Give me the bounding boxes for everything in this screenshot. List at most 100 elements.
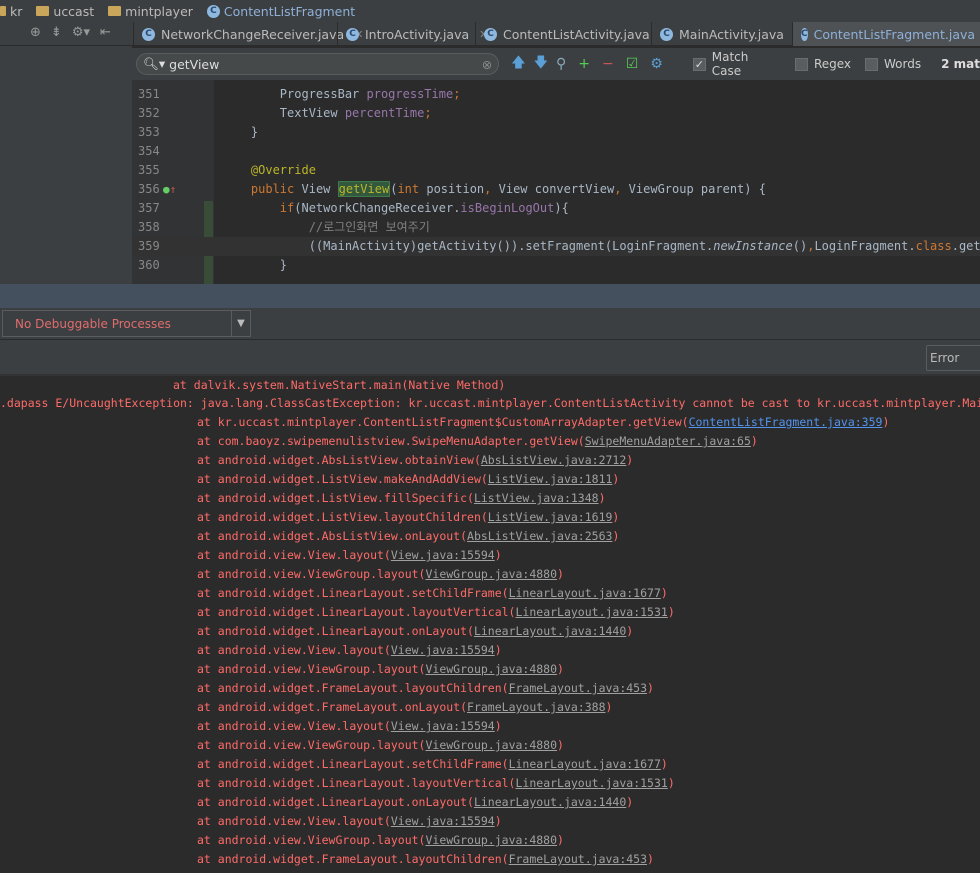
checkbox-label: Words (884, 57, 922, 71)
frame-close: ) (557, 833, 564, 847)
find-all-icon[interactable]: ⚲ (556, 56, 566, 72)
source-link[interactable]: FrameLayout.java:388 (467, 700, 605, 714)
code-line[interactable]: 354 (132, 142, 980, 161)
source-link[interactable]: ViewGroup.java:4880 (425, 662, 557, 676)
tab-contentlistactivity[interactable]: CContentListActivity.java✕ (475, 22, 677, 46)
source-link[interactable]: AbsListView.java:2712 (481, 453, 626, 467)
tab-networkchangereceiver[interactable]: CNetworkChangeReceiver.java✕ (133, 22, 371, 46)
code-line[interactable]: 353 } (132, 123, 980, 142)
source-link[interactable]: LinearLayout.java:1440 (474, 624, 626, 638)
process-select[interactable]: No Debuggable Processes ▼ (2, 310, 251, 337)
source-link[interactable]: FrameLayout.java:453 (509, 681, 647, 695)
next-occurrence-icon[interactable]: 🡇 (534, 52, 548, 76)
source-link[interactable]: ListView.java:1348 (474, 491, 599, 505)
checkbox-label: Regex (813, 57, 852, 71)
stack-frame: at android.view.ViewGroup.layout(ViewGro… (197, 831, 564, 850)
source-link[interactable]: ContentListFragment.java:359 (689, 415, 883, 429)
select-all-icon[interactable]: ☑ (626, 56, 639, 72)
words-checkbox[interactable]: Words (865, 57, 921, 71)
stack-frame: at android.widget.FrameLayout.onLayout(F… (197, 869, 612, 873)
source-link[interactable]: ViewGroup.java:4880 (425, 567, 557, 581)
code-text: public View getView(int position, View c… (250, 181, 766, 197)
frame-close: ) (557, 738, 564, 752)
source-link[interactable]: ViewGroup.java:4880 (425, 833, 557, 847)
source-link[interactable]: FrameLayout.java:453 (509, 852, 647, 866)
stack-frame: at android.widget.LinearLayout.setChildF… (197, 755, 668, 774)
source-link[interactable]: View.java:15594 (391, 814, 495, 828)
gear-icon[interactable]: ⚙▾ (72, 25, 90, 40)
breadcrumb-mintplayer[interactable]: mintplayer (108, 4, 203, 19)
source-link[interactable]: LinearLayout.java:1531 (516, 776, 668, 790)
source-link[interactable]: View.java:15594 (391, 719, 495, 733)
code-line[interactable]: 352 TextView percentTime; (132, 104, 980, 123)
source-link[interactable]: LinearLayout.java:1677 (509, 757, 661, 771)
source-link[interactable]: LinearLayout.java:1677 (509, 586, 661, 600)
add-selection-icon[interactable]: + (578, 56, 590, 72)
source-link[interactable]: ListView.java:1619 (488, 510, 613, 524)
stack-frame: at android.widget.FrameLayout.layoutChil… (197, 679, 654, 698)
stack-frame: at com.baoyz.swipemenulistview.SwipeMenu… (197, 432, 758, 451)
collapse-icon[interactable]: ⇟ (51, 25, 62, 40)
settings-icon[interactable]: ⚙ (650, 56, 663, 72)
code-line[interactable]: 355 @Override (132, 161, 980, 180)
frame-method: at android.view.View.layout( (197, 719, 391, 733)
tab-mainactivity[interactable]: CMainActivity.java✕ (651, 22, 811, 46)
clear-icon[interactable]: ⊗ (482, 57, 492, 72)
code-line[interactable]: 356 public View getView(int position, Vi… (132, 180, 980, 199)
code-line[interactable]: 359 ((MainActivity)getActivity()).setFra… (132, 237, 980, 256)
source-link[interactable]: View.java:15594 (391, 548, 495, 562)
frame-close: ) (660, 586, 668, 600)
log-level-select[interactable]: Error (926, 345, 980, 371)
source-link[interactable]: AbsListView.java:2563 (467, 529, 612, 543)
class-icon: C (484, 27, 497, 41)
stack-frame: at android.widget.ListView.layoutChildre… (197, 508, 619, 527)
frame-method: at android.widget.LinearLayout.onLayout( (197, 624, 474, 638)
editor-tabs: ⊕ ⇟ ⚙▾ ⇤ CNetworkChangeReceiver.java✕ C Intr… (0, 22, 980, 46)
override-icon[interactable]: ●↑ (163, 180, 176, 199)
breadcrumb-uccast[interactable]: uccast (36, 4, 104, 19)
match-case-checkbox[interactable]: ✓ Match Case (692, 50, 781, 78)
search-input[interactable] (169, 56, 478, 72)
hide-panel-icon[interactable]: ⇤ (100, 25, 111, 40)
regex-checkbox[interactable]: Regex (794, 57, 852, 71)
search-field[interactable]: 🔍︎▾ ⊗ (136, 53, 500, 75)
source-link[interactable]: LinearLayout.java:1440 (474, 795, 626, 809)
checkbox-checked-icon: ✓ (692, 57, 706, 71)
source-link[interactable]: ListView.java:1811 (488, 472, 613, 486)
class-icon: C (660, 27, 673, 41)
dropdown-arrow-icon[interactable]: ▼ (231, 311, 250, 336)
source-link[interactable]: View.java:15594 (391, 643, 495, 657)
process-label: No Debuggable Processes (15, 317, 171, 331)
class-icon: C (801, 27, 808, 41)
stack-frame: at kr.uccast.mintplayer.ContentListFragm… (197, 413, 889, 432)
source-link[interactable]: SwipeMenuAdapter.java:65 (585, 434, 751, 448)
panel-divider[interactable] (0, 284, 980, 308)
logcat-output[interactable]: at dalvik.system.NativeStart.main(Native… (0, 376, 980, 873)
search-icon[interactable]: 🔍︎▾ (143, 56, 165, 72)
stack-frame: at android.widget.LinearLayout.setChildF… (197, 584, 668, 603)
code-editor[interactable]: 351 ProgressBar progressTime; 352 TextVie… (132, 80, 980, 284)
code-line[interactable]: 357 if(NetworkChangeReceiver.isBeginLogO… (132, 199, 980, 218)
source-link[interactable]: ViewGroup.java:4880 (425, 738, 557, 752)
stack-frame: at android.view.ViewGroup.layout(ViewGro… (197, 660, 564, 679)
previous-occurrence-icon[interactable]: 🡅 (511, 52, 525, 76)
frame-method: at android.view.ViewGroup.layout( (197, 662, 426, 676)
breadcrumb-contentlistfragment[interactable]: C ContentListFragment (206, 3, 365, 19)
code-line[interactable]: 358 //로그인화면 보여주기 (132, 218, 980, 237)
crumb-label: ContentListFragment (223, 3, 356, 19)
line-number: 355 (138, 163, 160, 177)
tab-introactivity[interactable]: CIntroActivity.java✕ (337, 22, 496, 46)
breadcrumb-kr[interactable]: kr (0, 4, 32, 19)
source-link[interactable]: LinearLayout.java:1531 (516, 605, 668, 619)
logcat-filter-bar: Error (0, 340, 980, 376)
line-number: 359 (138, 239, 160, 253)
log-line: at dalvik.system.NativeStart.main(Native… (173, 378, 506, 392)
match-count: 2 mat (941, 57, 980, 71)
remove-selection-icon[interactable]: − (602, 56, 614, 72)
code-line[interactable]: 351 ProgressBar progressTime; (132, 85, 980, 104)
tab-contentlistfragment[interactable]: CContentListFragment.java✕ (792, 22, 980, 46)
locate-icon[interactable]: ⊕ (30, 25, 41, 40)
frame-close: ) (598, 491, 606, 505)
code-line[interactable]: 360 } (132, 256, 980, 275)
line-number: 358 (138, 220, 160, 234)
